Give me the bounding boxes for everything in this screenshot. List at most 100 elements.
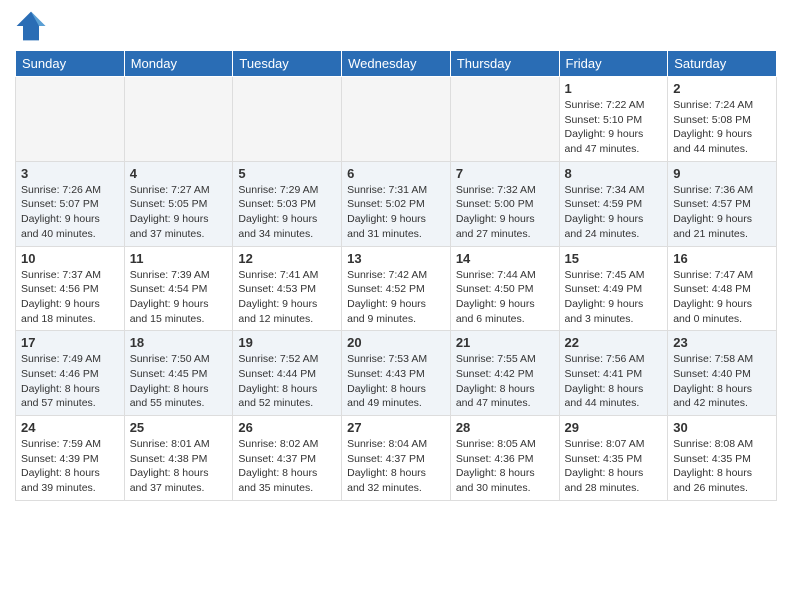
calendar-cell bbox=[450, 77, 559, 162]
day-info: Sunrise: 7:32 AM Sunset: 5:00 PM Dayligh… bbox=[456, 183, 554, 242]
week-row-4: 17Sunrise: 7:49 AM Sunset: 4:46 PM Dayli… bbox=[16, 331, 777, 416]
calendar-cell: 11 Sunrise: 7:39 AM Sunset: 4:54 PM Dayli… bbox=[124, 246, 233, 331]
day-info: Sunrise: 7:50 AM Sunset: 4:45 PM Dayligh… bbox=[130, 352, 228, 411]
day-info: Sunrise: 7:37 AM Sunset: 4:56 PM Dayligh… bbox=[21, 268, 119, 327]
calendar-cell: 8 Sunrise: 7:34 AM Sunset: 4:59 PM Daylig… bbox=[559, 161, 668, 246]
day-number: 27 bbox=[347, 420, 445, 435]
calendar-cell bbox=[124, 77, 233, 162]
day-info: Sunrise: 8:04 AM Sunset: 4:37 PM Dayligh… bbox=[347, 437, 445, 496]
calendar-cell: 4 Sunrise: 7:27 AM Sunset: 5:05 PM Daylig… bbox=[124, 161, 233, 246]
calendar-cell: 28 Sunrise: 8:05 AM Sunset: 4:36 PM Dayli… bbox=[450, 416, 559, 501]
day-info: Sunrise: 7:36 AM Sunset: 4:57 PM Dayligh… bbox=[673, 183, 771, 242]
calendar-cell: 23 Sunrise: 7:58 AM Sunset: 4:40 PM Dayli… bbox=[668, 331, 777, 416]
calendar-cell: 24Sunrise: 7:59 AM Sunset: 4:39 PM Dayli… bbox=[16, 416, 125, 501]
day-info: Sunrise: 7:34 AM Sunset: 4:59 PM Dayligh… bbox=[565, 183, 663, 242]
day-info: Sunrise: 7:58 AM Sunset: 4:40 PM Dayligh… bbox=[673, 352, 771, 411]
calendar-cell bbox=[342, 77, 451, 162]
calendar-cell: 10Sunrise: 7:37 AM Sunset: 4:56 PM Dayli… bbox=[16, 246, 125, 331]
calendar-cell: 2 Sunrise: 7:24 AM Sunset: 5:08 PM Daylig… bbox=[668, 77, 777, 162]
calendar-cell: 6 Sunrise: 7:31 AM Sunset: 5:02 PM Daylig… bbox=[342, 161, 451, 246]
calendar-cell: 18 Sunrise: 7:50 AM Sunset: 4:45 PM Dayli… bbox=[124, 331, 233, 416]
day-number: 1 bbox=[565, 81, 663, 96]
day-number: 30 bbox=[673, 420, 771, 435]
day-info: Sunrise: 7:55 AM Sunset: 4:42 PM Dayligh… bbox=[456, 352, 554, 411]
day-number: 25 bbox=[130, 420, 228, 435]
week-row-2: 3 Sunrise: 7:26 AM Sunset: 5:07 PM Daylig… bbox=[16, 161, 777, 246]
day-number: 19 bbox=[238, 335, 336, 350]
day-number: 3 bbox=[21, 166, 119, 181]
day-info: Sunrise: 7:29 AM Sunset: 5:03 PM Dayligh… bbox=[238, 183, 336, 242]
day-number: 4 bbox=[130, 166, 228, 181]
day-info: Sunrise: 8:05 AM Sunset: 4:36 PM Dayligh… bbox=[456, 437, 554, 496]
weekday-sunday: Sunday bbox=[16, 51, 125, 77]
day-number: 6 bbox=[347, 166, 445, 181]
calendar-cell: 29Sunrise: 8:07 AM Sunset: 4:35 PM Dayli… bbox=[559, 416, 668, 501]
header bbox=[15, 10, 777, 42]
calendar-cell: 25 Sunrise: 8:01 AM Sunset: 4:38 PM Dayli… bbox=[124, 416, 233, 501]
calendar-cell: 30 Sunrise: 8:08 AM Sunset: 4:35 PM Dayli… bbox=[668, 416, 777, 501]
day-number: 2 bbox=[673, 81, 771, 96]
day-number: 21 bbox=[456, 335, 554, 350]
weekday-header-row: SundayMondayTuesdayWednesdayThursdayFrid… bbox=[16, 51, 777, 77]
day-number: 28 bbox=[456, 420, 554, 435]
calendar-cell: 20Sunrise: 7:53 AM Sunset: 4:43 PM Dayli… bbox=[342, 331, 451, 416]
day-info: Sunrise: 7:44 AM Sunset: 4:50 PM Dayligh… bbox=[456, 268, 554, 327]
day-number: 12 bbox=[238, 251, 336, 266]
day-info: Sunrise: 8:08 AM Sunset: 4:35 PM Dayligh… bbox=[673, 437, 771, 496]
day-number: 22 bbox=[565, 335, 663, 350]
weekday-monday: Monday bbox=[124, 51, 233, 77]
calendar-cell: 26Sunrise: 8:02 AM Sunset: 4:37 PM Dayli… bbox=[233, 416, 342, 501]
day-info: Sunrise: 7:56 AM Sunset: 4:41 PM Dayligh… bbox=[565, 352, 663, 411]
calendar-cell bbox=[16, 77, 125, 162]
day-number: 17 bbox=[21, 335, 119, 350]
week-row-1: 1 Sunrise: 7:22 AM Sunset: 5:10 PM Daylig… bbox=[16, 77, 777, 162]
day-number: 23 bbox=[673, 335, 771, 350]
day-info: Sunrise: 7:27 AM Sunset: 5:05 PM Dayligh… bbox=[130, 183, 228, 242]
day-info: Sunrise: 8:07 AM Sunset: 4:35 PM Dayligh… bbox=[565, 437, 663, 496]
week-row-5: 24Sunrise: 7:59 AM Sunset: 4:39 PM Dayli… bbox=[16, 416, 777, 501]
day-number: 8 bbox=[565, 166, 663, 181]
day-info: Sunrise: 7:31 AM Sunset: 5:02 PM Dayligh… bbox=[347, 183, 445, 242]
weekday-wednesday: Wednesday bbox=[342, 51, 451, 77]
day-number: 15 bbox=[565, 251, 663, 266]
calendar-cell: 15 Sunrise: 7:45 AM Sunset: 4:49 PM Dayli… bbox=[559, 246, 668, 331]
week-row-3: 10Sunrise: 7:37 AM Sunset: 4:56 PM Dayli… bbox=[16, 246, 777, 331]
day-info: Sunrise: 7:41 AM Sunset: 4:53 PM Dayligh… bbox=[238, 268, 336, 327]
day-info: Sunrise: 7:52 AM Sunset: 4:44 PM Dayligh… bbox=[238, 352, 336, 411]
day-info: Sunrise: 7:53 AM Sunset: 4:43 PM Dayligh… bbox=[347, 352, 445, 411]
day-number: 7 bbox=[456, 166, 554, 181]
day-number: 9 bbox=[673, 166, 771, 181]
calendar-cell: 7 Sunrise: 7:32 AM Sunset: 5:00 PM Daylig… bbox=[450, 161, 559, 246]
day-info: Sunrise: 7:59 AM Sunset: 4:39 PM Dayligh… bbox=[21, 437, 119, 496]
calendar-cell: 3 Sunrise: 7:26 AM Sunset: 5:07 PM Daylig… bbox=[16, 161, 125, 246]
day-info: Sunrise: 7:22 AM Sunset: 5:10 PM Dayligh… bbox=[565, 98, 663, 157]
calendar-cell: 19 Sunrise: 7:52 AM Sunset: 4:44 PM Dayli… bbox=[233, 331, 342, 416]
logo bbox=[15, 10, 49, 42]
weekday-friday: Friday bbox=[559, 51, 668, 77]
calendar-cell: 17Sunrise: 7:49 AM Sunset: 4:46 PM Dayli… bbox=[16, 331, 125, 416]
page-container: SundayMondayTuesdayWednesdayThursdayFrid… bbox=[0, 0, 792, 506]
day-number: 14 bbox=[456, 251, 554, 266]
day-info: Sunrise: 7:45 AM Sunset: 4:49 PM Dayligh… bbox=[565, 268, 663, 327]
day-info: Sunrise: 7:47 AM Sunset: 4:48 PM Dayligh… bbox=[673, 268, 771, 327]
calendar-cell: 21 Sunrise: 7:55 AM Sunset: 4:42 PM Dayli… bbox=[450, 331, 559, 416]
day-number: 11 bbox=[130, 251, 228, 266]
calendar-cell: 12 Sunrise: 7:41 AM Sunset: 4:53 PM Dayli… bbox=[233, 246, 342, 331]
calendar-cell: 27 Sunrise: 8:04 AM Sunset: 4:37 PM Dayli… bbox=[342, 416, 451, 501]
calendar-cell: 14 Sunrise: 7:44 AM Sunset: 4:50 PM Dayli… bbox=[450, 246, 559, 331]
day-number: 16 bbox=[673, 251, 771, 266]
calendar-cell: 9 Sunrise: 7:36 AM Sunset: 4:57 PM Daylig… bbox=[668, 161, 777, 246]
day-info: Sunrise: 7:24 AM Sunset: 5:08 PM Dayligh… bbox=[673, 98, 771, 157]
day-info: Sunrise: 7:26 AM Sunset: 5:07 PM Dayligh… bbox=[21, 183, 119, 242]
day-number: 18 bbox=[130, 335, 228, 350]
calendar-cell bbox=[233, 77, 342, 162]
weekday-tuesday: Tuesday bbox=[233, 51, 342, 77]
day-number: 13 bbox=[347, 251, 445, 266]
calendar-cell: 16 Sunrise: 7:47 AM Sunset: 4:48 PM Dayli… bbox=[668, 246, 777, 331]
calendar-cell: 5Sunrise: 7:29 AM Sunset: 5:03 PM Daylig… bbox=[233, 161, 342, 246]
calendar-cell: 13Sunrise: 7:42 AM Sunset: 4:52 PM Dayli… bbox=[342, 246, 451, 331]
day-info: Sunrise: 8:01 AM Sunset: 4:38 PM Dayligh… bbox=[130, 437, 228, 496]
weekday-saturday: Saturday bbox=[668, 51, 777, 77]
day-info: Sunrise: 7:39 AM Sunset: 4:54 PM Dayligh… bbox=[130, 268, 228, 327]
logo-icon bbox=[15, 10, 47, 42]
